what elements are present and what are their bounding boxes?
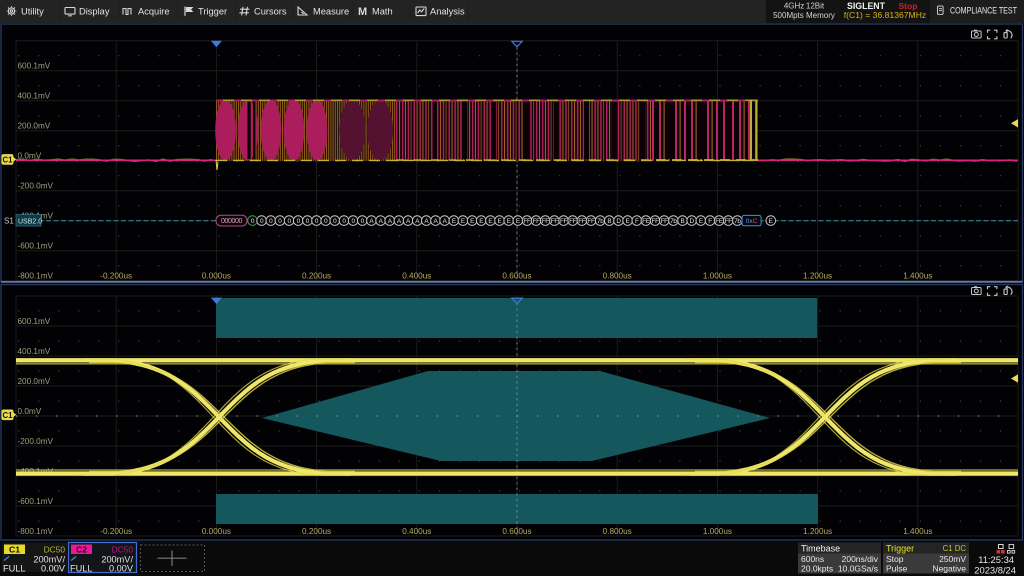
svg-text:FF: FF <box>578 218 586 225</box>
svg-text:FF: FF <box>560 218 568 225</box>
svg-text:0.600us: 0.600us <box>502 272 531 281</box>
svg-text:0.200us: 0.200us <box>302 527 331 536</box>
svg-text:-0.200us: -0.200us <box>100 272 132 281</box>
svg-text:-0.200us: -0.200us <box>100 527 132 536</box>
svg-text:0.0mV: 0.0mV <box>18 407 42 416</box>
svg-text:S1: S1 <box>4 217 14 226</box>
svg-text:400.1mV: 400.1mV <box>18 92 51 101</box>
svg-text:F: F <box>635 218 639 225</box>
svg-text:1.200us: 1.200us <box>803 272 832 281</box>
svg-text:C1: C1 <box>9 544 20 554</box>
svg-text:E: E <box>516 218 520 225</box>
svg-text:600.1mV: 600.1mV <box>18 62 51 71</box>
svg-text:-600.1mV: -600.1mV <box>18 242 54 251</box>
svg-text:400.1mV: 400.1mV <box>18 347 51 356</box>
svg-text:FE: FE <box>642 218 650 225</box>
svg-text:Pulse: Pulse <box>886 563 908 573</box>
svg-text:C1 DC: C1 DC <box>943 544 967 553</box>
svg-text:E: E <box>470 218 474 225</box>
svg-text:-800.1mV: -800.1mV <box>18 272 54 281</box>
svg-text:600.1mV: 600.1mV <box>18 317 51 326</box>
svg-text:Timebase: Timebase <box>801 544 840 554</box>
svg-text:-800.1mV: -800.1mV <box>18 527 54 536</box>
svg-text:FF: FF <box>532 218 540 225</box>
svg-text:FF: FF <box>569 218 577 225</box>
svg-text:C1: C1 <box>3 411 14 420</box>
svg-text:7b: 7b <box>597 218 604 225</box>
svg-text:0.800us: 0.800us <box>603 527 632 536</box>
svg-text:7b: 7b <box>670 218 677 225</box>
svg-text:FF: FF <box>551 218 559 225</box>
svg-text:1.200us: 1.200us <box>803 527 832 536</box>
svg-text:20.0kpts: 20.0kpts <box>801 563 833 573</box>
svg-text:USB2.0: USB2.0 <box>18 218 42 225</box>
svg-text:1.400us: 1.400us <box>903 527 932 536</box>
svg-text:7b: 7b <box>734 218 741 225</box>
svg-text:E: E <box>488 218 492 225</box>
svg-text:FULL: FULL <box>70 563 92 573</box>
svg-text:0.400us: 0.400us <box>402 527 431 536</box>
svg-text:DC50: DC50 <box>112 545 134 555</box>
svg-text:C2: C2 <box>76 544 87 554</box>
svg-text:FF: FF <box>661 218 669 225</box>
svg-text:FF: FF <box>725 218 733 225</box>
svg-text:10.0GSa/s: 10.0GSa/s <box>838 563 878 573</box>
svg-text:FF: FF <box>523 218 531 225</box>
svg-text:FE: FE <box>715 218 723 225</box>
svg-text:0.800us: 0.800us <box>603 272 632 281</box>
svg-text:F: F <box>708 218 712 225</box>
svg-text:-200.0mV: -200.0mV <box>18 182 54 191</box>
svg-text:E: E <box>507 218 511 225</box>
svg-text:1.400us: 1.400us <box>903 272 932 281</box>
svg-text:2023/8/24: 2023/8/24 <box>974 564 1016 575</box>
svg-text:0xC: 0xC <box>746 218 758 225</box>
svg-text:B: B <box>607 218 611 225</box>
svg-text:0.600us: 0.600us <box>502 527 531 536</box>
svg-text:E: E <box>498 218 502 225</box>
svg-text:E: E <box>699 218 703 225</box>
svg-text:Trigger: Trigger <box>886 544 914 554</box>
svg-text:FULL: FULL <box>3 563 25 573</box>
svg-text:000000: 000000 <box>221 218 242 225</box>
svg-text:-200.0mV: -200.0mV <box>18 437 54 446</box>
svg-text:E: E <box>769 218 773 225</box>
svg-text:0.400us: 0.400us <box>402 272 431 281</box>
svg-text:0.000us: 0.000us <box>202 272 231 281</box>
svg-text:200.0mV: 200.0mV <box>18 377 51 386</box>
svg-text:DC50: DC50 <box>44 545 66 555</box>
svg-text:0.00V: 0.00V <box>41 563 66 573</box>
svg-text:D: D <box>616 218 621 225</box>
svg-text:200.0mV: 200.0mV <box>18 122 51 131</box>
svg-text:0.00V: 0.00V <box>109 563 134 573</box>
svg-text:-600.1mV: -600.1mV <box>18 497 54 506</box>
svg-text:D: D <box>690 218 695 225</box>
svg-text:FF: FF <box>587 218 595 225</box>
svg-text:B: B <box>681 218 685 225</box>
svg-text:FF: FF <box>542 218 550 225</box>
svg-text:E: E <box>626 218 630 225</box>
svg-text:Negative: Negative <box>932 563 966 573</box>
svg-text:0.000us: 0.000us <box>202 527 231 536</box>
svg-text:1.000us: 1.000us <box>703 527 732 536</box>
svg-text:E: E <box>461 218 465 225</box>
svg-text:E: E <box>479 218 483 225</box>
svg-text:FF: FF <box>651 218 659 225</box>
svg-text:C1: C1 <box>3 155 14 164</box>
svg-text:0.200us: 0.200us <box>302 272 331 281</box>
svg-text:E: E <box>452 218 456 225</box>
svg-text:1.000us: 1.000us <box>703 272 732 281</box>
